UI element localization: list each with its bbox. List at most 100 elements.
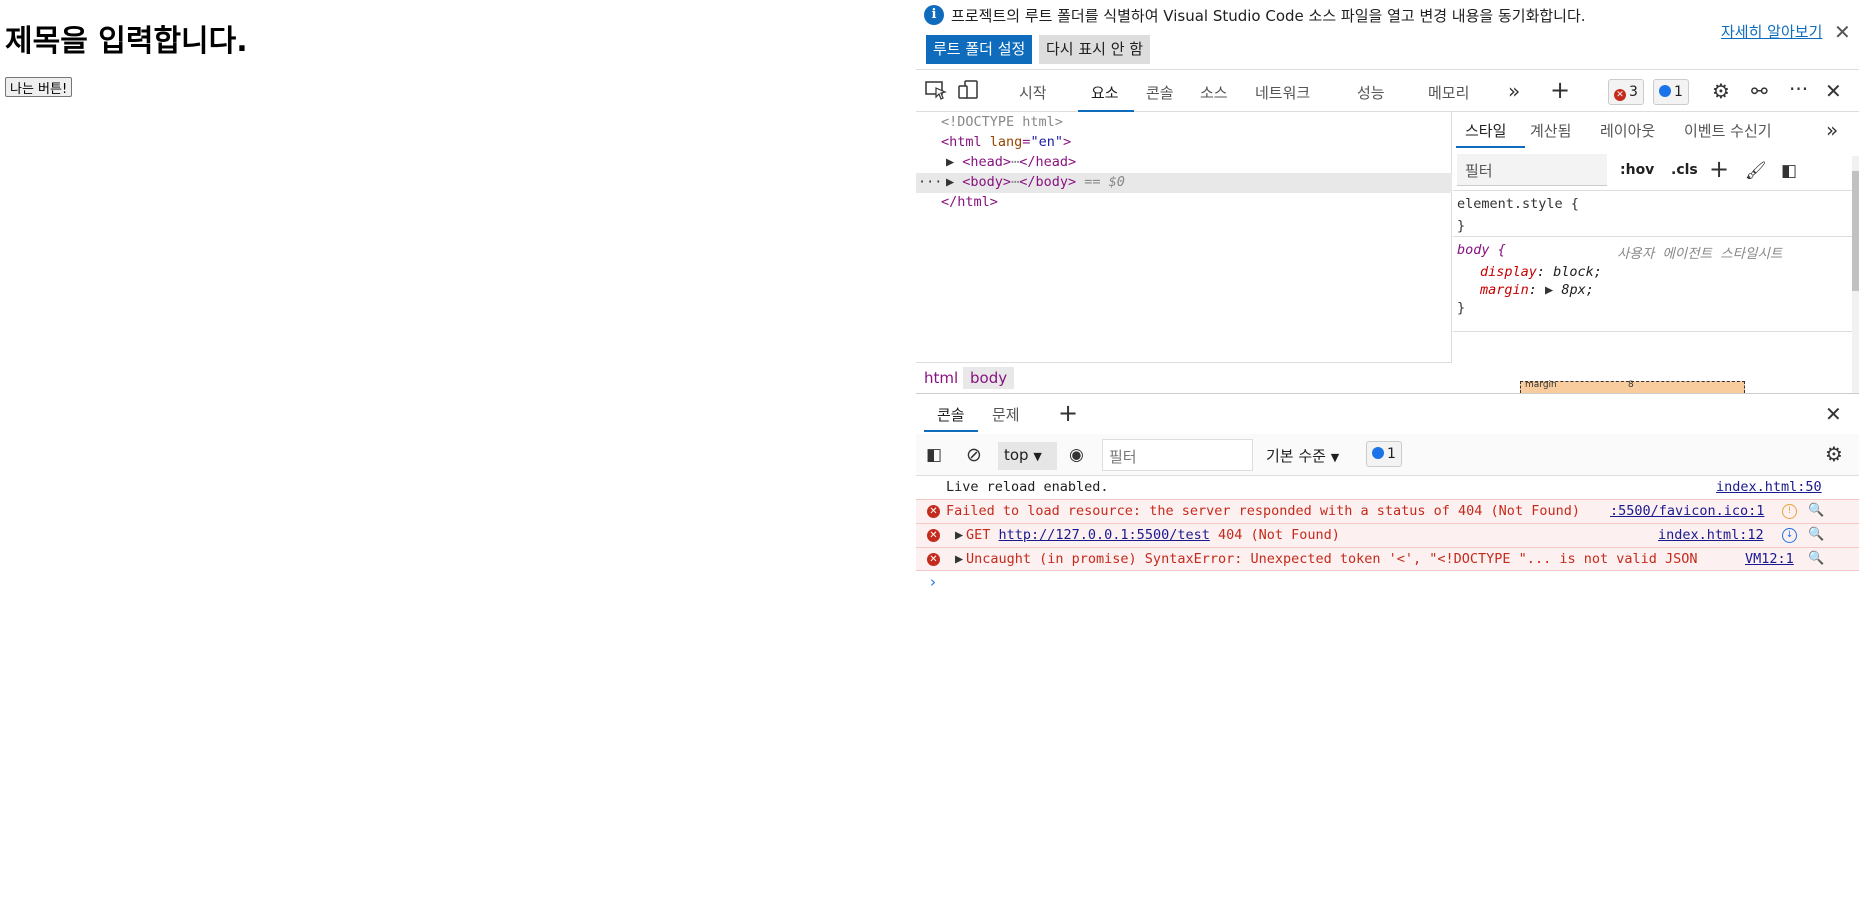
lang-attr: lang bbox=[989, 134, 1023, 150]
expand-triangle-icon[interactable]: ▶ bbox=[1545, 282, 1553, 298]
error-icon: ✕ bbox=[927, 553, 940, 566]
styles-filter-input[interactable]: 필터 bbox=[1457, 154, 1607, 186]
tab-elements[interactable]: 요소 bbox=[1091, 82, 1119, 103]
console-row-error[interactable]: ✕ ▶ Uncaught (in promise) SyntaxError: U… bbox=[916, 547, 1859, 571]
console-message-badge[interactable]: 1 bbox=[1366, 441, 1402, 467]
breadcrumb-html[interactable]: html bbox=[917, 367, 965, 389]
tab-welcome[interactable]: 시작 bbox=[1019, 82, 1047, 103]
tab-performance[interactable]: 성능 bbox=[1357, 82, 1385, 103]
tab-layout[interactable]: 레이아웃 bbox=[1600, 120, 1655, 141]
node-actions-ellipsis[interactable]: ··· bbox=[918, 174, 942, 190]
device-emulation-icon[interactable] bbox=[958, 80, 980, 105]
console-row-error[interactable]: ✕ Failed to load resource: the server re… bbox=[916, 499, 1859, 523]
devtools-panel: i 프로젝트의 루트 폴더를 식별하여 Visual Studio Code 소… bbox=[916, 0, 1859, 903]
sidebar-toggle-icon[interactable]: ◧ bbox=[926, 443, 942, 467]
network-info-icon[interactable]: ↓ bbox=[1782, 528, 1797, 543]
doctype-text: <!DOCTYPE html> bbox=[941, 114, 1063, 130]
display-declaration[interactable]: display: block; bbox=[1480, 264, 1602, 280]
breadcrumb: html body bbox=[916, 362, 1452, 393]
more-tabs-icon[interactable]: » bbox=[1508, 79, 1520, 103]
scrollbar-thumb[interactable] bbox=[1852, 171, 1859, 291]
head-node[interactable]: ▶ <head>⋯</head> bbox=[946, 154, 1076, 170]
more-tabs-icon[interactable]: » bbox=[1826, 118, 1838, 142]
drawer-tab-console[interactable]: 콘솔 bbox=[937, 404, 965, 425]
element-style-selector[interactable]: element.style { bbox=[1457, 196, 1579, 212]
head-close-tag: </head> bbox=[1019, 154, 1077, 170]
display-prop: display bbox=[1480, 264, 1537, 280]
collapsed-ellipsis-icon[interactable]: ⋯ bbox=[1011, 154, 1019, 170]
settings-gear-icon[interactable]: ⚙ bbox=[1712, 79, 1730, 103]
error-url-link[interactable]: http://127.0.0.1:5500/test bbox=[999, 527, 1210, 543]
new-rule-icon[interactable]: + bbox=[1709, 157, 1729, 181]
log-level-selector[interactable]: 기본 수준 ▼ bbox=[1266, 445, 1339, 466]
error-icon: ✕ bbox=[1614, 89, 1626, 101]
body-rule-close: } bbox=[1457, 300, 1466, 316]
tab-sources[interactable]: 소스 bbox=[1200, 82, 1228, 103]
toggle-sidebar-icon[interactable]: ◧ bbox=[1781, 159, 1797, 183]
more-options-icon[interactable]: ··· bbox=[1789, 77, 1808, 101]
customize-icon[interactable]: ⚯ bbox=[1751, 79, 1768, 103]
html-node[interactable]: <html lang="en"> bbox=[941, 134, 1071, 150]
search-icon[interactable]: 🔍 bbox=[1808, 527, 1824, 542]
tab-memory[interactable]: 메모리 bbox=[1428, 82, 1469, 103]
console-prompt-icon[interactable]: › bbox=[930, 573, 936, 591]
set-root-folder-button[interactable]: 루트 폴더 설정 bbox=[926, 35, 1033, 64]
error-icon: ✕ bbox=[927, 505, 940, 518]
html-close-node[interactable]: </html> bbox=[941, 194, 998, 210]
hov-button[interactable]: :hov bbox=[1620, 162, 1654, 178]
add-drawer-tab-icon[interactable]: + bbox=[1058, 401, 1078, 425]
expand-triangle-icon[interactable]: ▶ bbox=[946, 174, 954, 190]
message-count-badge[interactable]: 1 bbox=[1653, 79, 1689, 105]
body-selector[interactable]: body { bbox=[1457, 242, 1506, 258]
console-settings-gear-icon[interactable]: ⚙ bbox=[1825, 442, 1843, 466]
learn-more-link[interactable]: 자세히 알아보기 bbox=[1721, 21, 1822, 42]
clear-console-icon[interactable]: ⊘ bbox=[966, 443, 982, 467]
add-tab-icon[interactable]: + bbox=[1550, 78, 1570, 102]
error-text: Failed to load resource: the server resp… bbox=[946, 503, 1580, 519]
close-icon[interactable]: ✕ bbox=[1834, 20, 1851, 44]
console-row-log[interactable]: Live reload enabled. index.html:50 bbox=[916, 476, 1859, 499]
message-count: 1 bbox=[1674, 84, 1683, 100]
error-source-link[interactable]: :5500/favicon.ico:1 bbox=[1610, 503, 1764, 519]
collapsed-ellipsis-icon[interactable]: ⋯ bbox=[1011, 174, 1019, 190]
network-info-icon[interactable]: ! bbox=[1782, 504, 1797, 519]
tab-network[interactable]: 네트워크 bbox=[1255, 82, 1310, 103]
tab-computed[interactable]: 계산됨 bbox=[1530, 120, 1571, 141]
styles-tab-indicator bbox=[1456, 146, 1525, 148]
error-source-link[interactable]: index.html:12 bbox=[1658, 527, 1764, 543]
doctype-node[interactable]: <!DOCTYPE html> bbox=[941, 114, 1063, 130]
cls-button[interactable]: .cls bbox=[1671, 162, 1698, 178]
error-source-link[interactable]: VM12:1 bbox=[1745, 551, 1794, 567]
breadcrumb-body[interactable]: body bbox=[963, 367, 1015, 389]
page-button[interactable]: 나는 버튼! bbox=[5, 77, 73, 97]
error-count-badge[interactable]: ✕ 3 bbox=[1608, 79, 1644, 105]
dont-show-again-button[interactable]: 다시 표시 안 함 bbox=[1039, 35, 1151, 64]
context-selector[interactable]: top ▼ bbox=[998, 442, 1057, 470]
divider bbox=[1453, 190, 1853, 191]
search-icon[interactable]: 🔍 bbox=[1808, 503, 1824, 518]
box-model-margin: margin 8 bbox=[1520, 380, 1745, 393]
expand-triangle-icon[interactable]: ▶ bbox=[946, 154, 954, 170]
close-drawer-icon[interactable]: ✕ bbox=[1825, 402, 1842, 426]
expand-triangle-icon[interactable]: ▶ bbox=[955, 527, 963, 543]
tab-styles[interactable]: 스타일 bbox=[1465, 120, 1506, 141]
log-source-link[interactable]: index.html:50 bbox=[1716, 479, 1822, 495]
body-node[interactable]: ▶ <body>⋯</body> == $0 bbox=[946, 174, 1125, 190]
inspect-icon[interactable] bbox=[925, 80, 947, 105]
styles-scrollbar[interactable] bbox=[1852, 156, 1859, 393]
console-filter-input[interactable]: 필터 bbox=[1102, 439, 1253, 471]
paint-icon[interactable]: 🖌 bbox=[1745, 159, 1767, 183]
live-expression-eye-icon[interactable]: ◉ bbox=[1069, 443, 1084, 467]
tab-console[interactable]: 콘솔 bbox=[1146, 82, 1174, 103]
margin-declaration[interactable]: margin: ▶ 8px; bbox=[1480, 282, 1594, 298]
drawer-tabbar: 콘솔 문제 + ✕ bbox=[916, 393, 1859, 434]
close-devtools-icon[interactable]: ✕ bbox=[1825, 79, 1842, 103]
error-text: Uncaught (in promise) SyntaxError: Unexp… bbox=[966, 551, 1698, 567]
expand-triangle-icon[interactable]: ▶ bbox=[955, 551, 963, 567]
elements-tree: <!DOCTYPE html> <html lang="en"> ▶ <head… bbox=[916, 112, 1452, 362]
tab-event-listeners[interactable]: 이벤트 수신기 bbox=[1684, 120, 1772, 141]
drawer-tab-issues[interactable]: 문제 bbox=[992, 404, 1020, 425]
search-icon[interactable]: 🔍 bbox=[1808, 551, 1824, 566]
error-suffix: 404 (Not Found) bbox=[1209, 527, 1340, 543]
console-row-error[interactable]: ✕ ▶ GET http://127.0.0.1:5500/test 404 (… bbox=[916, 523, 1859, 547]
